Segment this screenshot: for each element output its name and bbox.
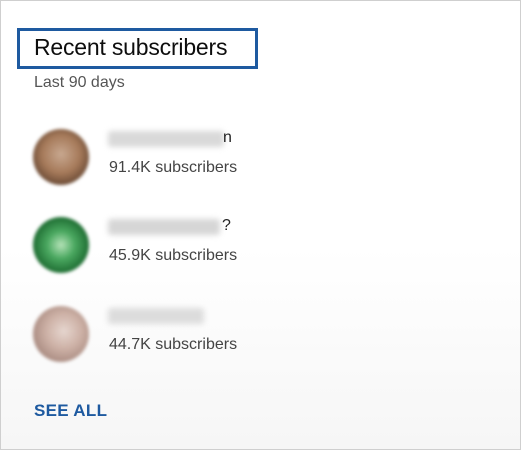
subscriber-name-blurred[interactable] — [108, 131, 224, 147]
subscriber-count: 45.9K subscribers — [109, 247, 238, 264]
avatar[interactable] — [33, 217, 89, 273]
avatar[interactable] — [33, 129, 89, 185]
subscriber-name-tail: n — [223, 129, 232, 146]
subscriber-row[interactable]: 44.7K subscribers — [1, 296, 521, 376]
avatar[interactable] — [33, 306, 89, 362]
card-subtitle: Last 90 days — [34, 74, 125, 91]
subscriber-row[interactable]: ? 45.9K subscribers — [1, 207, 521, 287]
subscriber-name-blurred[interactable] — [108, 219, 220, 235]
subscriber-name-tail: ? — [222, 217, 231, 234]
recent-subscribers-card: Recent subscribers Last 90 days n 91.4K … — [0, 0, 521, 450]
see-all-link[interactable]: SEE ALL — [34, 401, 107, 421]
subscriber-count: 91.4K subscribers — [109, 159, 238, 176]
subscriber-name-blurred[interactable] — [108, 308, 204, 324]
card-title: Recent subscribers — [34, 34, 228, 60]
subscriber-row[interactable]: n 91.4K subscribers — [1, 119, 521, 199]
subscriber-count: 44.7K subscribers — [109, 336, 238, 353]
